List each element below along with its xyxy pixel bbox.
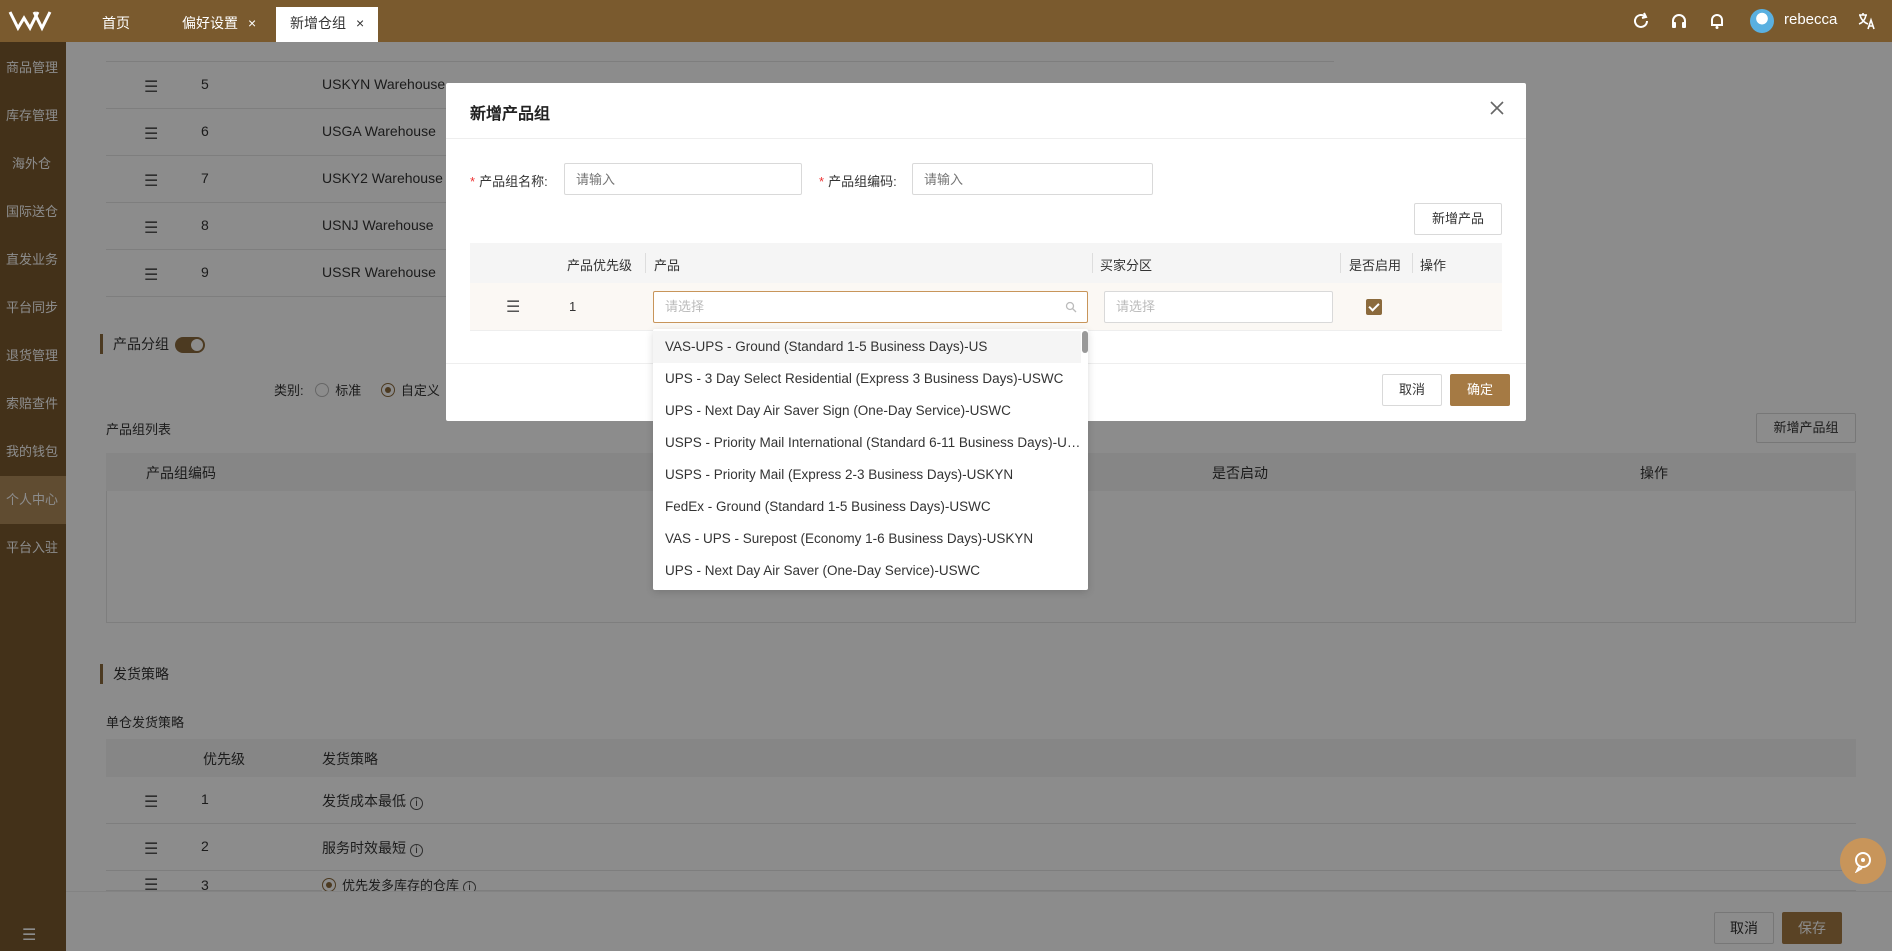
group-name-label: * 产品组名称:	[470, 174, 548, 189]
product-select[interactable]: 请选择	[653, 291, 1088, 323]
group-code-label: * 产品组编码:	[819, 174, 897, 189]
modal-cancel-button[interactable]: 取消	[1382, 374, 1442, 406]
bell-icon[interactable]	[1708, 12, 1726, 30]
top-bar: 首页 偏好设置 × 新增仓组 × rebecca	[0, 0, 1892, 42]
close-tab-icon[interactable]: ×	[356, 15, 364, 31]
dropdown-option[interactable]: USPS - Priority Mail International (Stan…	[653, 427, 1081, 459]
dropdown-option[interactable]: UPS - 3 Day Select Residential (Express …	[653, 363, 1081, 395]
dropdown-scrollbar[interactable]	[1082, 331, 1088, 353]
add-product-button[interactable]: 新增产品	[1414, 203, 1502, 235]
group-code-input[interactable]	[912, 163, 1153, 195]
close-tab-icon[interactable]: ×	[248, 15, 256, 31]
user-name[interactable]: rebecca	[1784, 11, 1837, 28]
refresh-icon[interactable]	[1632, 12, 1650, 30]
logo-icon[interactable]	[8, 8, 58, 34]
modal-confirm-button[interactable]: 确定	[1450, 374, 1510, 406]
modal-header: 新增产品组	[446, 83, 1526, 139]
support-icon	[1854, 852, 1871, 873]
table-row: ☰ 1 请选择 请选择	[470, 283, 1502, 331]
customer-service-button[interactable]	[1840, 838, 1886, 884]
buyer-zone-select[interactable]: 请选择	[1104, 291, 1333, 323]
product-dropdown: VAS-UPS - Ground (Standard 1-5 Business …	[653, 329, 1088, 590]
dropdown-option[interactable]: USPS - Priority Mail (Express 2-3 Busine…	[653, 459, 1081, 491]
tab-new-warehouse-group[interactable]: 新增仓组 ×	[276, 7, 379, 42]
dropdown-option[interactable]: VAS - UPS - Surepost (Economy 1-6 Busine…	[653, 523, 1081, 555]
close-icon[interactable]	[1488, 99, 1506, 117]
dropdown-option[interactable]: FedEx - Ground (Standard 1-5 Business Da…	[653, 491, 1081, 523]
headset-icon[interactable]	[1670, 12, 1688, 30]
dropdown-option[interactable]: UPS - Next Day Air Saver Sign (One-Day S…	[653, 395, 1081, 427]
dropdown-option[interactable]: VAS-UPS - Ground (Standard 1-5 Business …	[653, 331, 1081, 363]
modal-title: 新增产品组	[470, 106, 551, 123]
product-table-header: 产品优先级 产品 买家分区 是否启用 操作	[470, 243, 1502, 283]
tab-home[interactable]: 首页	[88, 7, 144, 42]
group-name-input[interactable]	[564, 163, 802, 195]
avatar[interactable]	[1750, 9, 1774, 33]
enabled-checkbox[interactable]	[1366, 299, 1382, 315]
search-icon	[1065, 301, 1077, 313]
product-priority: 1	[569, 299, 577, 314]
drag-handle-icon[interactable]: ☰	[506, 297, 520, 317]
tab-preferences[interactable]: 偏好设置 ×	[168, 7, 270, 42]
dropdown-option[interactable]: UPS - Next Day Air Saver (One-Day Servic…	[653, 555, 1081, 587]
translate-icon[interactable]	[1858, 12, 1876, 30]
